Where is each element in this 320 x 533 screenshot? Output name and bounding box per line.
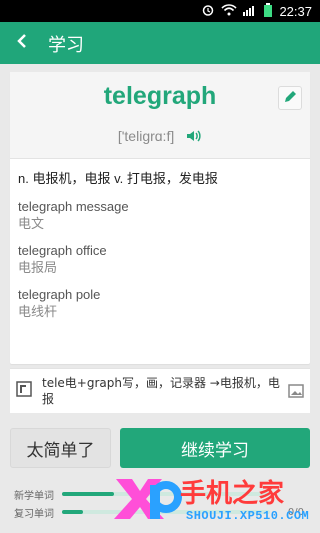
- battery-icon: [263, 3, 273, 20]
- word-header: telegraph ['teligrɑ:f]: [10, 72, 310, 159]
- phrase-list: telegraph message 电文 telegraph office 电报…: [18, 198, 302, 330]
- speaker-icon[interactable]: [186, 129, 202, 146]
- definition: n. 电报机，电报 v. 打电报，发电报: [18, 171, 218, 186]
- too-easy-button[interactable]: 太简单了: [10, 428, 111, 468]
- continue-learning-button[interactable]: 继续学习: [120, 428, 310, 468]
- image-icon[interactable]: [288, 383, 304, 399]
- phrase-cn: 电线杆: [18, 305, 58, 320]
- phrase-en: telegraph office: [18, 243, 107, 258]
- page-title: 学习: [48, 35, 84, 56]
- phrase-en: telegraph message: [18, 199, 129, 214]
- phonetic-row: ['teligrɑ:f]: [10, 128, 310, 146]
- chevron-left-icon: [15, 33, 29, 53]
- word-title: telegraph: [103, 82, 217, 110]
- mnemonic-text: tele电+graph写，画，记录器 →电报机，电报: [42, 376, 280, 406]
- phrase-item: telegraph pole 电线杆: [18, 286, 302, 322]
- phrase-cn: 电报局: [18, 261, 58, 276]
- status-icons: 22:37: [201, 3, 312, 20]
- watermark-brand: 手机之家: [180, 479, 285, 509]
- status-bar: 22:37: [0, 0, 320, 22]
- signal-icon: [243, 4, 257, 19]
- app-bar: 学习: [0, 22, 320, 64]
- mnemonic-panel[interactable]: tele电+graph写，画，记录器 →电报机，电报: [10, 368, 310, 413]
- back-button[interactable]: [10, 30, 34, 56]
- mnemonic-icon: [16, 381, 32, 397]
- alarm-icon: [201, 4, 215, 19]
- phrase-en: telegraph pole: [18, 287, 101, 302]
- wifi-icon: [221, 4, 238, 19]
- xp-logo-icon: [110, 471, 184, 523]
- watermark: 手机之家 SHOUJI.XP510.COM: [110, 471, 320, 533]
- pencil-icon: [283, 89, 297, 108]
- phonetic-text: ['teligrɑ:f]: [117, 128, 175, 144]
- word-card: telegraph ['teligrɑ:f] n. 电报机，电报 v. 打电报，…: [10, 72, 310, 364]
- edit-button[interactable]: [278, 86, 302, 110]
- watermark-url: SHOUJI.XP510.COM: [186, 509, 310, 523]
- phrase-item: telegraph message 电文: [18, 198, 302, 234]
- status-time: 22:37: [279, 4, 312, 19]
- progress-fill: [62, 492, 114, 496]
- phrase-cn: 电文: [18, 217, 45, 232]
- phrase-item: telegraph office 电报局: [18, 242, 302, 278]
- stat-label: 新学单词: [14, 490, 54, 502]
- progress-fill: [62, 510, 83, 514]
- stat-label: 复习单词: [14, 508, 54, 520]
